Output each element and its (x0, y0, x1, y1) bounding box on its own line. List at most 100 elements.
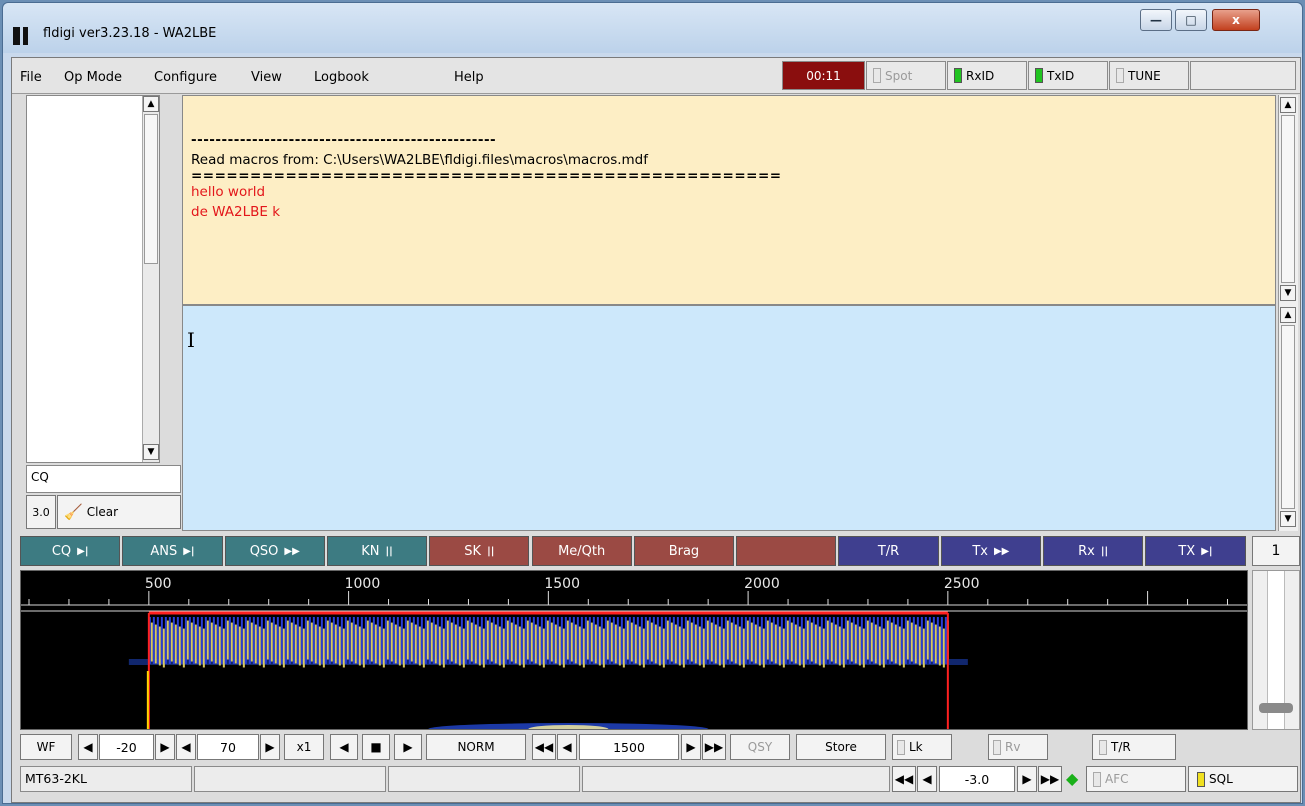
s2n-dec-button[interactable]: ◀ (917, 766, 937, 792)
carrier-freq-field[interactable]: 1500 (579, 734, 679, 760)
rx-scroll-up-icon[interactable]: ▲ (1280, 97, 1296, 113)
macro-button-1[interactable]: CQ ▶| (20, 536, 121, 566)
wf-slower-button[interactable]: ◀ (330, 734, 358, 760)
menu-help[interactable]: Help (454, 70, 484, 85)
minimize-button[interactable]: — (1140, 9, 1172, 31)
scroll-up-icon[interactable]: ▲ (143, 96, 159, 112)
menu-view[interactable]: View (251, 70, 282, 85)
signal-bar (208, 617, 211, 664)
macro-button-7[interactable]: Brag (633, 536, 735, 566)
wf-mode-button[interactable]: WF (20, 734, 72, 760)
signal-bar (222, 628, 225, 668)
signal-bar (564, 617, 567, 664)
afc-button[interactable]: AFC (1086, 766, 1186, 792)
signal-browser-list[interactable]: ▲ ▼ (26, 95, 160, 463)
tx-scroll-down-icon[interactable]: ▼ (1280, 511, 1296, 527)
zoom-level[interactable]: 3.0 (26, 495, 56, 529)
menu-file[interactable]: File (20, 70, 42, 85)
signal-bar (704, 617, 707, 664)
signal-bar (614, 624, 617, 664)
signal-bar (472, 617, 475, 664)
signal-bar (264, 617, 267, 664)
macro-button-6[interactable]: Me/Qth (531, 536, 632, 566)
signal-bar (838, 626, 841, 666)
signal-bar (874, 624, 877, 664)
tune-button[interactable]: TUNE (1109, 61, 1189, 90)
tr-button[interactable]: T/R (1092, 734, 1176, 760)
s2n-fast-dec-button[interactable]: ◀◀ (892, 766, 916, 792)
freq-inc-button[interactable]: ▶ (681, 734, 701, 760)
rx-scrollbar[interactable]: ▲ ▼ (1278, 95, 1298, 305)
signal-bar (836, 617, 839, 664)
maximize-button[interactable]: □ (1175, 9, 1207, 31)
macro-page-button[interactable]: 1 (1252, 536, 1300, 566)
left-list-scrollbar[interactable]: ▲ ▼ (142, 96, 159, 462)
waterfall-display[interactable]: 500 1000 1500 2000 2500 (20, 570, 1248, 730)
signal-bar (294, 624, 297, 664)
signal-bar (486, 620, 489, 660)
wf-faster-button[interactable]: ▶ (394, 734, 422, 760)
signal-bar (728, 617, 731, 664)
range-dec-button[interactable]: ◀ (176, 734, 196, 760)
ref-level-field[interactable]: -20 (99, 734, 154, 760)
signal-bar (586, 620, 589, 660)
txid-button[interactable]: TxID (1028, 61, 1108, 90)
macro-button-5[interactable]: SK || (429, 536, 530, 566)
left-scroll-thumb[interactable] (144, 114, 158, 264)
macro-button-9[interactable]: T/R (838, 536, 939, 566)
waterfall-graph[interactable]: 500 1000 1500 2000 2500 (21, 571, 1248, 730)
ref-inc-button[interactable]: ▶ (155, 734, 175, 760)
macro-button-10[interactable]: Tx ▶▶ (940, 536, 1041, 566)
sql-button[interactable]: SQL (1188, 766, 1298, 792)
signal-bar (308, 617, 311, 664)
menu-logbook[interactable]: Logbook (314, 70, 369, 85)
macro-label: Brag (668, 543, 700, 559)
clear-button[interactable]: 🧹 Clear (57, 495, 181, 529)
menu-configure[interactable]: Configure (154, 70, 217, 85)
freq-dec-button[interactable]: ◀ (557, 734, 577, 760)
scroll-down-icon[interactable]: ▼ (143, 444, 159, 460)
menu-op-mode[interactable]: Op Mode (64, 70, 122, 85)
rx-scroll-down-icon[interactable]: ▼ (1280, 285, 1296, 301)
macro-button-3[interactable]: QSO ▶▶ (224, 536, 325, 566)
close-button[interactable]: x (1212, 9, 1260, 31)
signal-bar (244, 617, 247, 664)
store-button[interactable]: Store (796, 734, 886, 760)
macro-button-2[interactable]: ANS ▶| (122, 536, 223, 566)
wf-zoom-button[interactable]: x1 (284, 734, 324, 760)
callsign-input[interactable]: CQ (26, 465, 181, 493)
wf-stop-button[interactable]: ■ (362, 734, 390, 760)
freq-fast-inc-button[interactable]: ▶▶ (702, 734, 726, 760)
lock-button[interactable]: Lk (892, 734, 952, 760)
qsy-button[interactable]: QSY (730, 734, 790, 760)
tx-scrollbar[interactable]: ▲ ▼ (1278, 305, 1298, 531)
spot-button[interactable]: Spot (866, 61, 946, 90)
mode-indicator[interactable]: MT63-2KL (20, 766, 192, 792)
freq-fast-dec-button[interactable]: ◀◀ (532, 734, 556, 760)
s2n-fast-inc-button[interactable]: ▶▶ (1038, 766, 1062, 792)
signal-bar (738, 626, 741, 666)
transmit-text-pane[interactable]: I (182, 305, 1276, 531)
tx-scroll-up-icon[interactable]: ▲ (1280, 307, 1296, 323)
macro-button-4[interactable]: KN || (326, 536, 428, 566)
range-field[interactable]: 70 (197, 734, 259, 760)
wf-speed-button[interactable]: NORM (426, 734, 526, 760)
s2n-field[interactable]: -3.0 (939, 766, 1015, 792)
range-inc-button[interactable]: ▶ (260, 734, 280, 760)
signal-bar (426, 620, 429, 660)
squelch-slider[interactable] (1259, 703, 1293, 713)
signal-bar (722, 628, 725, 668)
signal-bar (574, 624, 577, 664)
s2n-inc-button[interactable]: ▶ (1017, 766, 1037, 792)
tx-scroll-thumb[interactable] (1281, 325, 1295, 509)
title-bar[interactable]: fldigi ver3.23.18 - WA2LBE — □ x (3, 3, 1302, 53)
ref-dec-button[interactable]: ◀ (78, 734, 98, 760)
macro-button-12[interactable]: TX ▶| (1145, 536, 1246, 566)
rxid-button[interactable]: RxID (947, 61, 1027, 90)
rx-scroll-thumb[interactable] (1281, 115, 1295, 283)
macro-button-8[interactable] (736, 536, 837, 566)
macro-button-11[interactable]: Rx || (1043, 536, 1144, 566)
macro-label: SK (464, 543, 482, 559)
receive-text-pane[interactable]: ----------------------------------------… (182, 95, 1276, 305)
reverse-button[interactable]: Rv (988, 734, 1048, 760)
